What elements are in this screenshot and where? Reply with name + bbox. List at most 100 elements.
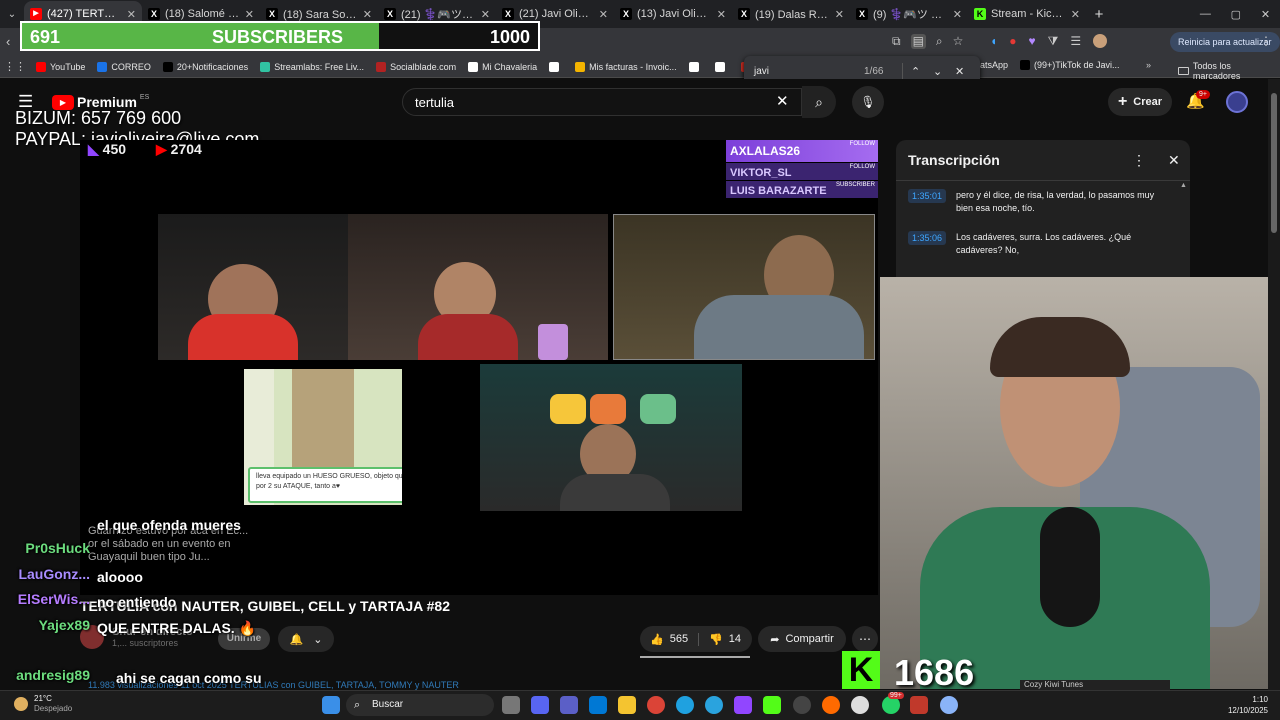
app-icon-red[interactable] xyxy=(910,696,928,714)
firefox-icon[interactable] xyxy=(822,696,840,714)
tab-title: (19) Dalas Review 📦 xyxy=(755,8,830,21)
task-view-icon[interactable] xyxy=(502,696,520,714)
transcript-menu-icon[interactable]: ⋮ xyxy=(1132,152,1146,169)
browser-tab[interactable]: K Stream - Kick Dashb ✕ xyxy=(968,1,1086,27)
obs-icon[interactable] xyxy=(851,696,869,714)
reader-icon[interactable]: ▤ xyxy=(910,34,926,49)
bookmark-item[interactable]: Mi Chavaleria xyxy=(462,61,543,72)
new-tab-button[interactable]: + xyxy=(1086,6,1112,23)
share-button[interactable]: ➦ Compartir xyxy=(758,626,846,652)
scrollbar-thumb[interactable] xyxy=(1271,93,1277,233)
bookmark-item[interactable] xyxy=(683,61,709,72)
extensions-icon[interactable]: ⧩ xyxy=(1048,34,1059,49)
telegram-icon[interactable] xyxy=(705,696,723,714)
bookmark-star-icon[interactable]: ☆ xyxy=(953,34,964,49)
tab-title: (427) TERTULIA con N xyxy=(47,8,122,20)
voice-search-button[interactable]: 🎙 xyxy=(852,86,884,118)
discord-icon[interactable] xyxy=(531,696,549,714)
close-tab-icon[interactable]: ✕ xyxy=(599,8,608,21)
close-tab-icon[interactable]: ✕ xyxy=(953,8,962,21)
close-tab-icon[interactable]: ✕ xyxy=(127,8,136,21)
extension-2-icon[interactable]: ● xyxy=(1009,34,1016,49)
close-tab-icon[interactable]: ✕ xyxy=(835,8,844,21)
find-prev-icon[interactable]: ⌃ xyxy=(911,65,933,78)
user-avatar[interactable] xyxy=(1226,91,1248,113)
apps-icon[interactable]: ⋮⋮ xyxy=(0,60,30,73)
windows-start-icon[interactable] xyxy=(322,696,340,714)
bookmark-item[interactable]: (99+)TikTok de Javi... xyxy=(1014,60,1125,70)
settings-icon[interactable] xyxy=(793,696,811,714)
taskbar-search-icon: ⌕ xyxy=(354,699,361,711)
tab-search-icon[interactable]: ⌄ xyxy=(0,9,24,20)
bookmark-item[interactable] xyxy=(543,61,569,72)
like-button[interactable]: 👍 565 xyxy=(640,632,700,646)
dislike-count: 14 xyxy=(728,632,742,645)
bookmark-favicon-icon xyxy=(688,61,699,72)
x-favicon-icon: X xyxy=(502,8,514,20)
clock-date: 12/10/2025 xyxy=(1227,706,1268,715)
bookmark-item[interactable] xyxy=(709,61,735,72)
transcript-text: pero y él dice, de risa, la verdad, lo p… xyxy=(956,190,1155,213)
kick-app-icon[interactable] xyxy=(763,696,781,714)
create-button[interactable]: + Crear xyxy=(1108,88,1172,116)
search-input[interactable]: tertulia xyxy=(402,88,802,116)
transcript-close-icon[interactable]: ✕ xyxy=(1168,152,1180,169)
page-scrollbar[interactable] xyxy=(1268,79,1280,690)
menu-icon[interactable]: ⋮ xyxy=(1260,34,1272,48)
clear-search-icon[interactable]: ✕ xyxy=(776,92,789,110)
more-actions-icon[interactable]: ⋯ xyxy=(852,626,878,652)
browser-tab[interactable]: X (9) ⚕️🎮ツ Friede ⊕ ✕ xyxy=(850,1,968,27)
bookmark-item[interactable]: Mis facturas - Invoic... xyxy=(569,61,683,72)
more-bookmarks-icon[interactable]: » xyxy=(1146,60,1151,70)
close-tab-icon[interactable]: ✕ xyxy=(481,8,490,21)
all-bookmarks[interactable]: Todos los marcadores xyxy=(1178,61,1280,81)
transcript-scroll-up-icon[interactable]: ▲ xyxy=(1180,182,1187,189)
app-icon-gear[interactable] xyxy=(940,696,958,714)
bookmark-item[interactable]: Socialblade.com xyxy=(370,61,462,72)
twitch-app-icon[interactable] xyxy=(734,696,752,714)
back-icon[interactable]: ‹ xyxy=(6,34,10,49)
bookmark-item[interactable]: 20+Notificaciones xyxy=(157,61,254,72)
close-tab-icon[interactable]: ✕ xyxy=(363,8,372,21)
teams-icon[interactable] xyxy=(560,696,578,714)
bookmark-item[interactable]: Streamlabs: Free Liv... xyxy=(254,61,370,72)
transcript-row[interactable]: 1:35:06 Los cadáveres, surra. Los cadáver… xyxy=(908,231,1178,257)
bookmark-item[interactable]: YouTube xyxy=(30,61,91,72)
like-ratio-bar xyxy=(640,656,750,658)
browser-tab[interactable]: X (19) Dalas Review 📦 ✕ xyxy=(732,1,850,27)
bookmark-item[interactable]: CORREO xyxy=(91,61,157,72)
file-explorer-icon[interactable] xyxy=(618,696,636,714)
extension-3-icon[interactable]: ♥ xyxy=(1029,34,1036,49)
minimize-icon[interactable]: — xyxy=(1200,8,1211,20)
search-button[interactable]: ⌕ xyxy=(802,86,836,118)
edge-icon[interactable] xyxy=(676,696,694,714)
folder-icon xyxy=(1178,67,1189,75)
sidepanel-icon[interactable]: ☰ xyxy=(1070,34,1081,49)
find-next-icon[interactable]: ⌄ xyxy=(933,65,955,78)
clock[interactable]: 1:10 12/10/2025 xyxy=(1220,694,1268,716)
browser-tab[interactable]: X (13) Javi Oliveira en X ✕ xyxy=(614,1,732,27)
dislike-button[interactable]: 👎 14 xyxy=(699,633,751,646)
chrome-icon[interactable] xyxy=(647,696,665,714)
weather-icon xyxy=(14,697,28,711)
close-tab-icon[interactable]: ✕ xyxy=(1071,8,1080,21)
close-tab-icon[interactable]: ✕ xyxy=(245,8,254,21)
find-close-icon[interactable]: ✕ xyxy=(955,65,969,78)
maximize-icon[interactable]: ▢ xyxy=(1231,8,1241,21)
profile-avatar[interactable] xyxy=(1093,34,1108,48)
transcript-timestamp[interactable]: 1:35:01 xyxy=(908,189,947,203)
find-input[interactable]: javi xyxy=(754,66,864,77)
weather-widget[interactable]: 21°C Despejado xyxy=(14,694,72,714)
kick-favicon-icon: K xyxy=(974,8,986,20)
close-window-icon[interactable]: ✕ xyxy=(1261,8,1270,21)
extension-1-icon[interactable]: ◖ xyxy=(990,34,997,49)
alert-name: LUIS BARAZARTE xyxy=(730,185,827,197)
subscribe-bell-button[interactable]: 🔔 ⌄ xyxy=(278,626,334,652)
zoom-icon[interactable]: ⌕ xyxy=(936,34,943,49)
transcript-row[interactable]: 1:35:01 pero y él dice, de risa, la verda… xyxy=(908,189,1178,215)
outlook-icon[interactable] xyxy=(589,696,607,714)
close-tab-icon[interactable]: ✕ xyxy=(717,8,726,21)
transcript-timestamp[interactable]: 1:35:06 xyxy=(908,231,947,245)
cast-icon[interactable]: ⧉ xyxy=(892,34,901,49)
taskbar-search[interactable]: ⌕ Buscar xyxy=(346,694,494,716)
